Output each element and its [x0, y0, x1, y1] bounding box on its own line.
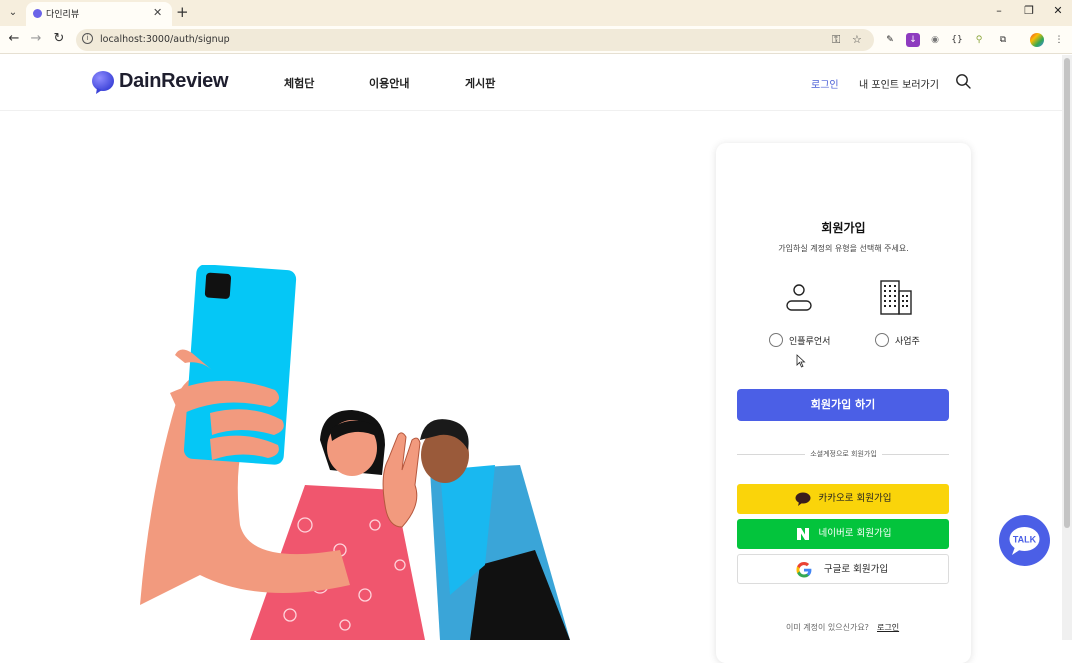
restore-button[interactable]: ❐	[1020, 4, 1038, 17]
person-icon[interactable]	[785, 283, 813, 313]
business-radio[interactable]	[875, 333, 889, 347]
url-input[interactable]: i localhost:3000/auth/signup ⚿ ☆	[76, 29, 874, 51]
signup-subtitle: 가입하실 계정의 유형을 선택해 주세요.	[778, 244, 909, 253]
scrollbar-thumb[interactable]	[1064, 58, 1070, 528]
url-text: localhost:3000/auth/signup	[100, 34, 230, 45]
browser-tab-bar: ⌄ 다인리뷰 ✕ + – ❐ ✕	[0, 0, 1072, 26]
footer-login-link[interactable]: 로그인	[877, 622, 899, 633]
mouse-cursor-icon	[796, 354, 806, 368]
site-header: DainReview 체험단 이용안내 게시판 로그인 내 포인트 보러가기	[0, 55, 1062, 111]
influencer-radio[interactable]	[769, 333, 783, 347]
android-extension-icon[interactable]: ⚲	[972, 33, 986, 47]
json-extension-icon[interactable]: {}	[950, 33, 964, 47]
nav-board[interactable]: 게시판	[465, 75, 495, 91]
back-arrow-icon[interactable]: ←	[5, 31, 23, 46]
signup-title: 회원가입	[821, 221, 866, 235]
bookmark-star-icon[interactable]: ☆	[852, 33, 862, 46]
logo-text[interactable]: DainReview	[119, 70, 229, 93]
browser-menu-icon[interactable]: ⋮	[1052, 33, 1066, 47]
tab-search-chevron-icon[interactable]: ⌄	[4, 4, 22, 22]
pen-extension-icon[interactable]: ✎	[883, 33, 897, 47]
search-icon[interactable]	[955, 73, 971, 89]
signup-card: 회원가입 가입하실 계정의 유형을 선택해 주세요. 인플루언서 사업주 회원가…	[716, 143, 971, 663]
download-extension-icon[interactable]: ↓	[906, 33, 920, 47]
talk-label: TALK	[1013, 535, 1037, 545]
logo-bubble-icon[interactable]	[91, 70, 115, 94]
header-login-link[interactable]: 로그인	[811, 76, 839, 91]
extensions-puzzle-icon[interactable]: ⧉	[996, 33, 1010, 47]
close-window-button[interactable]: ✕	[1049, 4, 1067, 17]
new-tab-button[interactable]: +	[176, 3, 189, 21]
chat-bubble-icon: TALK	[1009, 527, 1040, 555]
header-points-link[interactable]: 내 포인트 보러가기	[859, 76, 939, 91]
forward-arrow-icon[interactable]: →	[27, 31, 45, 46]
google-signup-label: 구글로 회원가입	[823, 564, 889, 575]
kakao-signup-button[interactable]: 카카오로 회원가입	[737, 484, 949, 514]
reload-icon[interactable]: ↻	[50, 31, 68, 46]
password-key-icon[interactable]: ⚿	[832, 33, 840, 47]
google-signup-button[interactable]: 구글로 회원가입	[737, 554, 949, 584]
naver-signup-label: 네이버로 회원가입	[818, 528, 892, 539]
tab-close-icon[interactable]: ✕	[153, 6, 162, 19]
building-icon[interactable]	[878, 279, 914, 315]
have-account-text: 이미 계정이 있으신가요?	[786, 623, 869, 632]
camera-extension-icon[interactable]: ◉	[928, 33, 942, 47]
divider-line-right	[882, 454, 949, 455]
minimize-button[interactable]: –	[990, 4, 1008, 17]
selfie-illustration	[140, 265, 570, 640]
influencer-label[interactable]: 인플루언서	[789, 334, 830, 347]
naver-signup-button[interactable]: 네이버로 회원가입	[737, 519, 949, 549]
talk-chat-button[interactable]: TALK	[999, 515, 1050, 566]
signup-submit-button[interactable]: 회원가입 하기	[737, 389, 949, 421]
tab-title: 다인리뷰	[46, 10, 80, 20]
profile-avatar[interactable]	[1030, 33, 1044, 47]
site-info-icon[interactable]: i	[82, 33, 93, 44]
browser-tab[interactable]: 다인리뷰 ✕	[26, 2, 172, 26]
nav-experience[interactable]: 체험단	[284, 75, 314, 91]
business-label[interactable]: 사업주	[895, 334, 920, 347]
favicon-icon	[33, 9, 42, 18]
kakao-signup-label: 카카오로 회원가입	[818, 493, 892, 504]
nav-guide[interactable]: 이용안내	[369, 75, 409, 91]
